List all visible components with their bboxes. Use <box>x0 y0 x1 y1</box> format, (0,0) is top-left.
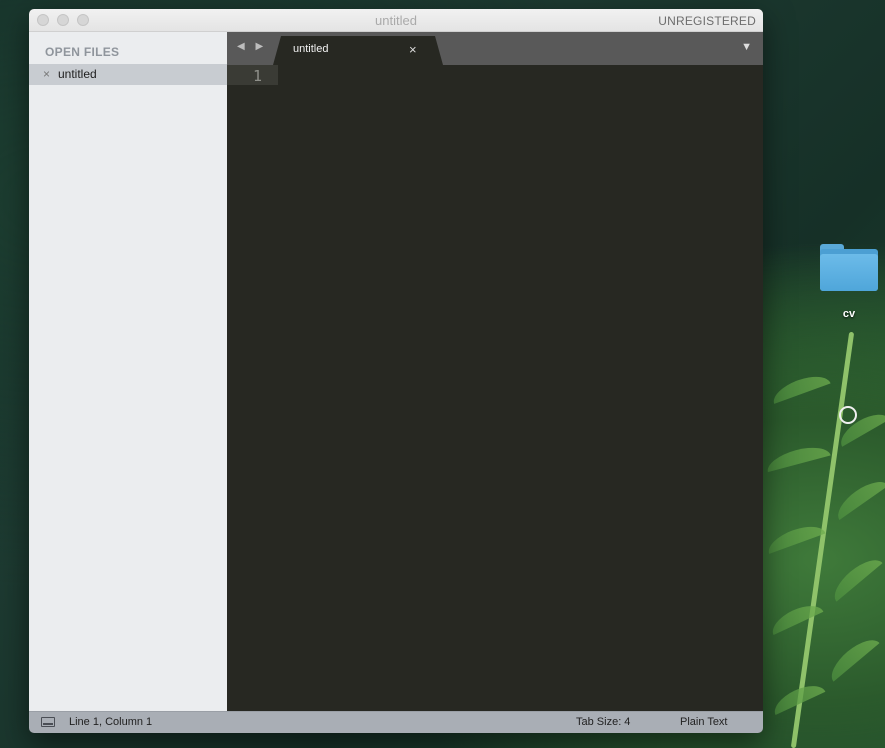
syntax-selector[interactable]: Plain Text <box>680 716 728 728</box>
cursor-ring-icon <box>839 406 857 424</box>
close-file-icon[interactable]: × <box>43 67 50 81</box>
folder-label[interactable]: cv <box>830 308 868 320</box>
unregistered-label: UNREGISTERED <box>658 14 756 28</box>
folder-icon[interactable] <box>818 244 880 292</box>
cursor-position: Line 1, Column 1 <box>69 716 153 728</box>
gutter-line-highlight: 1 <box>227 65 278 85</box>
tab-menu-chevron-down-icon[interactable]: ▼ <box>741 41 752 53</box>
sidebar: OPEN FILES × untitled <box>29 32 227 711</box>
window-title: untitled <box>375 13 417 28</box>
line-number: 1 <box>252 67 262 85</box>
panel-toggle-icon[interactable] <box>41 717 55 727</box>
tab-untitled[interactable]: untitled × <box>273 36 443 65</box>
tab-nav-arrows-icon[interactable]: ◀ ▶ <box>237 41 267 52</box>
tab-bar: ◀ ▶ untitled × ▼ <box>227 32 763 65</box>
sidebar-file-name: untitled <box>58 67 97 81</box>
tab-label: untitled <box>293 43 329 55</box>
editor-window: untitled UNREGISTERED OPEN FILES × untit… <box>29 9 763 733</box>
tab-size-selector[interactable]: Tab Size: 4 <box>576 716 630 728</box>
tab-close-icon[interactable]: × <box>409 42 417 57</box>
title-bar[interactable]: untitled UNREGISTERED <box>29 9 763 32</box>
sidebar-file-untitled[interactable]: × untitled <box>29 64 227 85</box>
editor-text-area[interactable]: 1 <box>227 65 763 711</box>
status-bar: Line 1, Column 1 Tab Size: 4 Plain Text <box>29 711 763 733</box>
open-files-header: OPEN FILES <box>45 45 120 59</box>
